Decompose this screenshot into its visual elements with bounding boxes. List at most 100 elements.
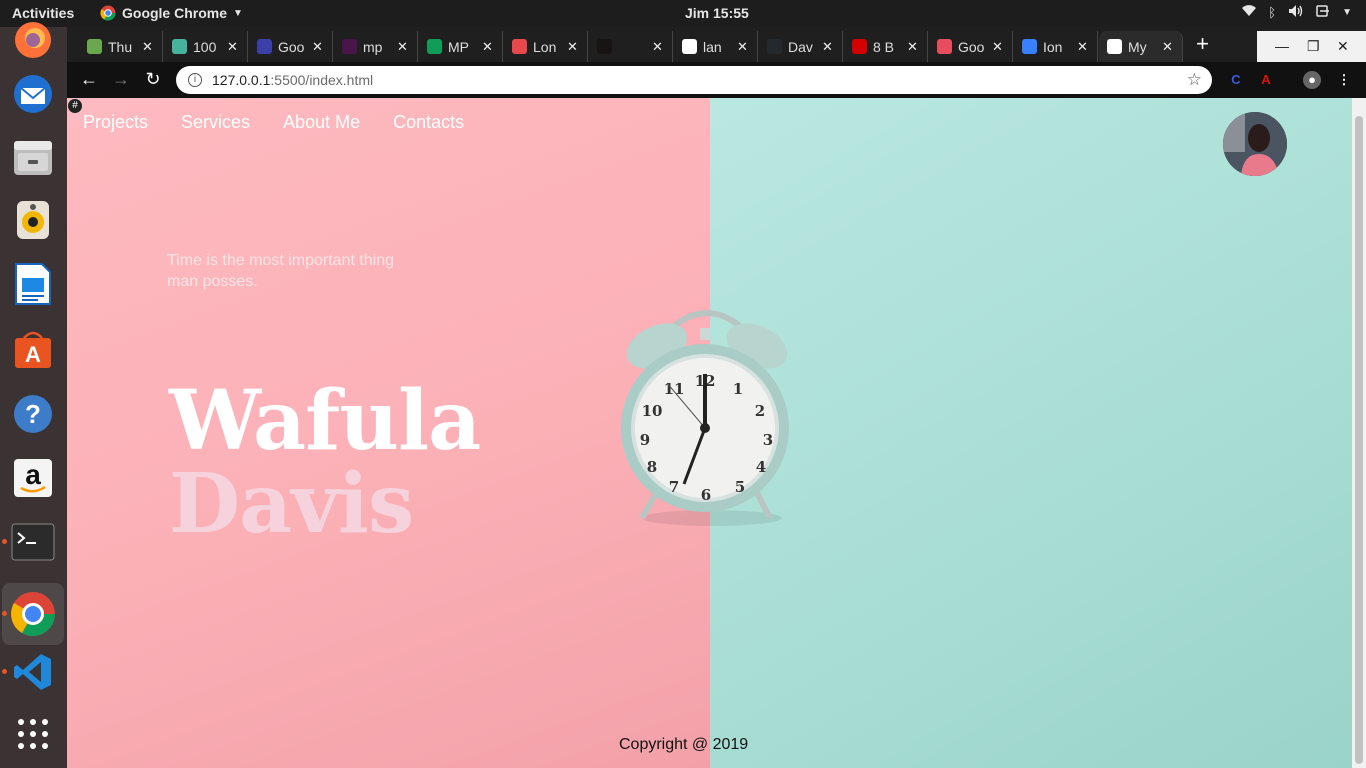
tab-close-icon[interactable]: ✕: [822, 39, 833, 55]
tab-close-icon[interactable]: ✕: [567, 39, 578, 55]
extension-c-icon[interactable]: C: [1227, 71, 1245, 89]
info-icon[interactable]: i: [188, 73, 202, 87]
writer-icon[interactable]: [10, 261, 56, 307]
browser-tab[interactable]: 100 ✕: [164, 31, 248, 62]
nav-services[interactable]: Services: [181, 112, 250, 133]
bookmark-star-icon[interactable]: ☆: [1187, 70, 1202, 90]
thunderbird-icon[interactable]: [10, 71, 56, 117]
svg-text:4: 4: [756, 458, 766, 476]
minimize-button[interactable]: —: [1275, 38, 1289, 54]
browser-tab[interactable]: mp ✕: [334, 31, 418, 62]
tab-favicon-icon: [937, 39, 952, 54]
browser-toolbar: ← → ↻ i 127.0.0.1:5500/index.html ☆ C A …: [67, 62, 1366, 98]
browser-tab[interactable]: Goo ✕: [249, 31, 333, 62]
menu-kebab-icon[interactable]: ⋮: [1335, 71, 1353, 89]
window-controls: — ❐ ✕: [1257, 31, 1366, 62]
browser-tab[interactable]: Lon ✕: [504, 31, 588, 62]
browser-tab[interactable]: My ✕: [1099, 31, 1183, 62]
scrollbar-thumb[interactable]: [1355, 116, 1363, 764]
nav-contacts[interactable]: Contacts: [393, 112, 464, 133]
back-button[interactable]: ←: [78, 69, 100, 90]
tab-close-icon[interactable]: ✕: [1077, 39, 1088, 55]
software-center-icon[interactable]: A: [10, 326, 56, 372]
nav-about-me[interactable]: About Me: [283, 112, 360, 133]
tab-favicon-icon: [342, 39, 357, 54]
rhythmbox-icon[interactable]: [10, 197, 56, 243]
bluetooth-icon[interactable]: ᛒ: [1268, 5, 1276, 20]
tab-title: mp: [363, 38, 383, 55]
browser-tab[interactable]: 8 B ✕: [844, 31, 928, 62]
extension-a-icon[interactable]: A: [1257, 71, 1275, 89]
chevron-down-icon[interactable]: ▼: [1342, 7, 1352, 18]
chrome-dock-icon[interactable]: [2, 583, 64, 645]
tab-close-icon[interactable]: ✕: [992, 39, 1003, 55]
profile-avatar-icon[interactable]: ●: [1303, 71, 1321, 89]
chevron-down-icon: ▼: [233, 7, 243, 19]
browser-tab[interactable]: Dav ✕: [759, 31, 843, 62]
tab-close-icon[interactable]: ✕: [227, 39, 238, 55]
tab-favicon-icon: [1107, 39, 1122, 54]
site-nav: Projects Services About Me Contacts: [83, 112, 464, 133]
tab-favicon-icon: [427, 39, 442, 54]
tab-title: Goo: [958, 38, 984, 55]
tab-close-icon[interactable]: ✕: [1162, 39, 1173, 55]
tab-close-icon[interactable]: ✕: [907, 39, 918, 55]
tab-favicon-icon: [852, 39, 867, 54]
hero-last-name: Davis: [169, 456, 414, 552]
tab-favicon-icon: [682, 39, 697, 54]
hero-tagline: Time is the most important thing man pos…: [167, 252, 395, 290]
running-indicator: [2, 669, 7, 674]
tab-title: lan: [703, 38, 722, 55]
forward-button[interactable]: →: [110, 69, 132, 90]
browser-tab[interactable]: lan ✕: [674, 31, 758, 62]
browser-tab[interactable]: Ion ✕: [1014, 31, 1098, 62]
new-tab-button[interactable]: +: [1189, 33, 1216, 57]
app-menu[interactable]: Google Chrome ▼: [100, 5, 243, 21]
svg-text:9: 9: [640, 431, 650, 449]
browser-tab[interactable]: Thu ✕: [79, 31, 163, 62]
nav-projects[interactable]: Projects: [83, 112, 148, 133]
tab-close-icon[interactable]: ✕: [312, 39, 323, 55]
svg-text:10: 10: [642, 402, 663, 420]
show-apps-icon[interactable]: [10, 711, 56, 757]
firefox-icon[interactable]: [10, 17, 56, 63]
tab-close-icon[interactable]: ✕: [737, 39, 748, 55]
tab-close-icon[interactable]: ✕: [482, 39, 493, 55]
system-tray[interactable]: ᛒ ▼: [1242, 4, 1352, 21]
files-icon[interactable]: [10, 134, 56, 180]
url-host: 127.0.0.1: [212, 72, 271, 88]
extension-overlay-icon[interactable]: #: [68, 99, 82, 113]
running-indicator: [2, 539, 7, 544]
tab-close-icon[interactable]: ✕: [142, 39, 153, 55]
browser-window: Thu ✕ 100 ✕ Goo ✕ mp ✕ MP ✕ Lon ✕ ✕ lan ✕ Dav ✕ 8 B ✕ Goo ✕ I…: [67, 27, 1366, 768]
app-menu-label: Google Chrome: [122, 5, 228, 21]
hero-right-panel: [710, 98, 1352, 768]
chrome-icon: [100, 5, 116, 21]
wifi-icon[interactable]: [1242, 5, 1257, 20]
help-icon[interactable]: ?: [10, 391, 56, 437]
tab-close-icon[interactable]: ✕: [397, 39, 408, 55]
maximize-button[interactable]: ❐: [1307, 38, 1320, 55]
svg-text:8: 8: [647, 458, 657, 476]
address-bar[interactable]: i 127.0.0.1:5500/index.html ☆: [176, 66, 1212, 94]
svg-text:11: 11: [664, 380, 685, 398]
system-clock[interactable]: Jim 15:55: [685, 5, 749, 21]
tab-title: Ion: [1043, 38, 1063, 55]
amazon-icon[interactable]: a: [10, 455, 56, 501]
page-scrollbar[interactable]: [1352, 98, 1366, 768]
browser-tab[interactable]: Goo ✕: [929, 31, 1013, 62]
volume-icon[interactable]: [1288, 4, 1304, 21]
terminal-icon[interactable]: [2, 519, 56, 565]
tab-favicon-icon: [597, 39, 612, 54]
profile-avatar[interactable]: [1223, 112, 1287, 176]
tab-favicon-icon: [172, 39, 187, 54]
tab-close-icon[interactable]: ✕: [652, 39, 663, 55]
tab-title: My: [1128, 38, 1147, 55]
browser-tab[interactable]: MP ✕: [419, 31, 503, 62]
reload-button[interactable]: ↻: [142, 69, 164, 90]
close-button[interactable]: ✕: [1337, 38, 1349, 55]
tab-favicon-icon: [767, 39, 782, 54]
browser-tab[interactable]: ✕: [589, 31, 673, 62]
power-icon[interactable]: [1316, 4, 1330, 21]
vscode-icon[interactable]: [2, 649, 56, 695]
